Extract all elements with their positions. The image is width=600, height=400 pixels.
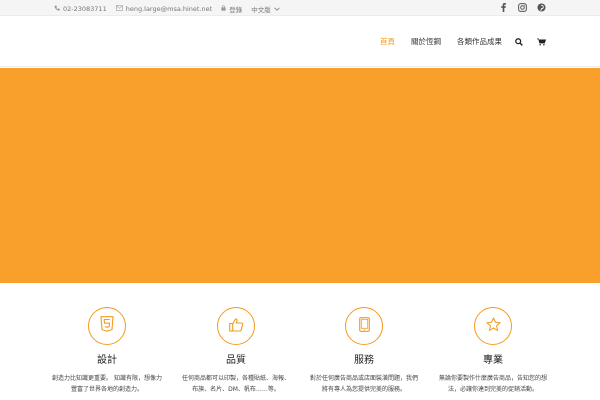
html5-icon: [100, 316, 114, 336]
feature-icon-circle: [474, 307, 512, 345]
phone-number: 02-23083711: [63, 5, 107, 13]
feature-icon-circle: [88, 307, 126, 345]
pinterest-icon[interactable]: [537, 3, 546, 12]
feature-text: 無論你要製作什麼廣告商品，告知您的想法，必讓你達到完美的促銷活動。: [438, 375, 547, 393]
login-link[interactable]: 登錄: [221, 4, 242, 14]
lock-icon: [221, 5, 226, 13]
email-link[interactable]: heng.large@msa.hinet.net: [115, 5, 213, 13]
envelope-icon: [115, 5, 123, 13]
feature-icon-circle: [345, 307, 383, 345]
star-icon: [485, 316, 501, 336]
feature-service: 服務 對於任何廣告商品或店面裝潢問題，我們將有專人為您提供完美的服務。: [299, 307, 429, 395]
feature-design: 設計 創造力比知識更重要。 知識有限，想像力豐富了世界各地的創造力。: [42, 307, 172, 395]
instagram-icon[interactable]: [518, 3, 527, 12]
feature-text: 對於任何廣告商品或店面裝潢問題，我們將有專人為您提供完美的服務。: [309, 375, 418, 393]
feature-text: 任何商品都可以印製，各種貼紙、海報、布旗、名片、DM、帆布……等。: [181, 375, 290, 393]
search-icon[interactable]: [514, 37, 524, 47]
nav-item-about[interactable]: 關於恆鋼: [411, 36, 441, 47]
feature-icon-circle: [217, 307, 255, 345]
language-dropdown[interactable]: 中文版: [251, 4, 283, 14]
feature-professional: 專業 無論你要製作什麼廣告商品，告知您的想法，必讓你達到完美的促銷活動。: [428, 307, 558, 395]
phone-link[interactable]: 02-23083711: [54, 5, 107, 13]
feature-title: 專業: [483, 355, 503, 366]
feature-title: 設計: [97, 355, 117, 366]
nav-item-portfolio[interactable]: 各類作品成果: [457, 36, 502, 47]
phone-icon: [54, 5, 60, 13]
top-bar: 02-23083711 heng.large@msa.hinet.net 登錄 …: [0, 0, 600, 16]
nav-item-home[interactable]: 首頁: [380, 36, 395, 47]
feature-title: 服務: [354, 355, 374, 366]
login-label: 登錄: [229, 6, 243, 14]
hero-banner: [0, 68, 600, 283]
feature-text: 創造力比知識更重要。 知識有限，想像力豐富了世界各地的創造力。: [52, 375, 162, 393]
chevron-down-icon: [273, 6, 280, 13]
site-header: 首頁 關於恆鋼 各類作品成果: [0, 17, 600, 67]
language-label: 中文版: [251, 6, 271, 14]
shopping-cart-icon[interactable]: [536, 37, 546, 47]
features-section: 設計 創造力比知識更重要。 知識有限，想像力豐富了世界各地的創造力。 品質 任何…: [0, 283, 600, 400]
email-address: heng.large@msa.hinet.net: [125, 5, 213, 13]
main-navigation: 首頁 關於恆鋼 各類作品成果: [364, 36, 546, 47]
thumbs-up-icon: [228, 317, 244, 336]
contact-info: 02-23083711 heng.large@msa.hinet.net 登錄 …: [54, 4, 292, 14]
facebook-icon[interactable]: [499, 3, 508, 12]
feature-title: 品質: [226, 355, 246, 366]
feature-quality: 品質 任何商品都可以印製，各種貼紙、海報、布旗、名片、DM、帆布……等。: [171, 307, 301, 395]
tablet-icon: [358, 316, 370, 336]
social-links: [489, 3, 546, 12]
